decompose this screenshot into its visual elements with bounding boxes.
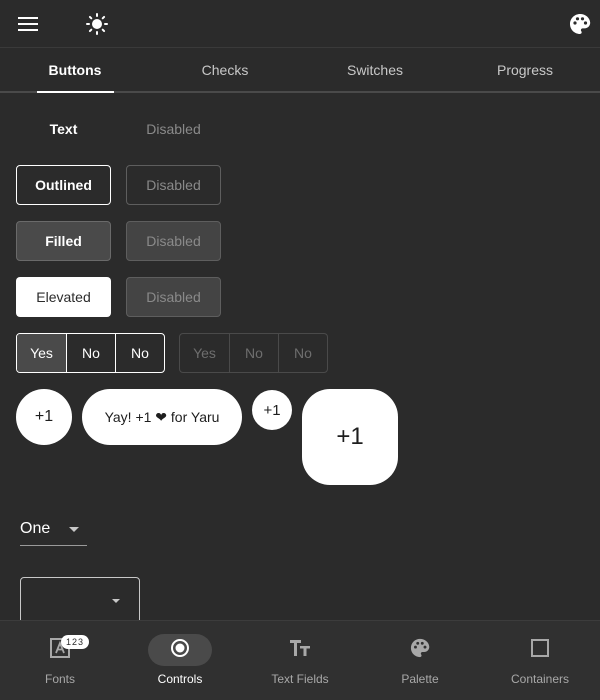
tab-label: Checks [201, 61, 249, 78]
tab-progress[interactable]: Progress [450, 48, 600, 91]
nav-item-palette[interactable]: Palette [360, 621, 480, 700]
fab[interactable]: +1 [16, 389, 72, 445]
large-fab[interactable]: +1 [302, 389, 398, 485]
text-button-disabled: Disabled [146, 121, 201, 137]
nav-label: Palette [401, 672, 439, 686]
toggle-no-disabled: No [278, 334, 327, 372]
small-fab[interactable]: +1 [252, 390, 292, 430]
nav-indicator [148, 634, 212, 666]
nav-item-text-fields[interactable]: Text Fields [240, 621, 360, 700]
toggle-yes[interactable]: Yes [17, 334, 66, 372]
dropdown-button[interactable]: One [20, 513, 87, 546]
nav-indicator [508, 634, 572, 666]
menu-icon[interactable] [12, 8, 44, 40]
square-icon [530, 638, 550, 663]
app-bar [0, 0, 600, 48]
nav-label: Text Fields [271, 672, 329, 686]
elevated-button[interactable]: Elevated [16, 277, 111, 317]
nav-label: Controls [157, 672, 203, 686]
toggle-no-disabled: No [229, 334, 278, 372]
outlined-button[interactable]: Outlined [16, 165, 111, 205]
nav-indicator: 123 [28, 634, 92, 666]
nav-indicator [388, 634, 452, 666]
tab-buttons[interactable]: Buttons [0, 48, 150, 93]
filled-button-disabled: Disabled [126, 221, 221, 261]
outlined-button-disabled: Disabled [126, 165, 221, 205]
toggle-yes-disabled: Yes [193, 345, 216, 361]
tab-label: Switches [346, 61, 404, 78]
filled-button[interactable]: Filled [16, 221, 111, 261]
nav-item-fonts[interactable]: 123 Fonts [0, 621, 120, 700]
nav-indicator [268, 634, 332, 666]
nav-label: Containers [510, 672, 570, 686]
dropdown-arrow-icon [112, 599, 120, 603]
extended-fab[interactable]: Yay! +1 ❤ for Yaru [82, 389, 242, 445]
tab-label: Progress [496, 61, 554, 78]
toggle-no[interactable]: No [66, 334, 115, 372]
toggle-group: Yes No No [16, 333, 165, 373]
buttons-page: Text Disabled Outlined Disabled Filled D… [0, 95, 600, 620]
radio-button-icon [170, 638, 190, 663]
nav-item-containers[interactable]: Containers [480, 621, 600, 700]
dropdown-menu[interactable] [20, 577, 140, 620]
tab-label: Buttons [48, 61, 102, 78]
toggle-no[interactable]: No [115, 334, 164, 372]
nav-label: Fonts [44, 672, 75, 686]
nav-item-controls[interactable]: Controls [120, 621, 240, 700]
dropdown-value: One [20, 520, 51, 537]
toggle-group-disabled: Yes No No [179, 333, 328, 373]
dropdown-arrow-icon [69, 527, 79, 532]
notification-badge: 123 [61, 635, 89, 649]
brightness-icon[interactable] [81, 8, 113, 40]
text-fields-icon [289, 638, 311, 663]
palette-icon [410, 638, 430, 663]
tab-bar: Buttons Checks Switches Progress [0, 48, 600, 93]
text-button[interactable]: Text [16, 109, 111, 149]
navigation-bar: 123 Fonts Controls Text Fields Palette C… [0, 620, 600, 700]
tab-checks[interactable]: Checks [150, 48, 300, 91]
tab-switches[interactable]: Switches [300, 48, 450, 91]
palette-icon[interactable] [564, 8, 596, 40]
elevated-button-disabled: Disabled [126, 277, 221, 317]
